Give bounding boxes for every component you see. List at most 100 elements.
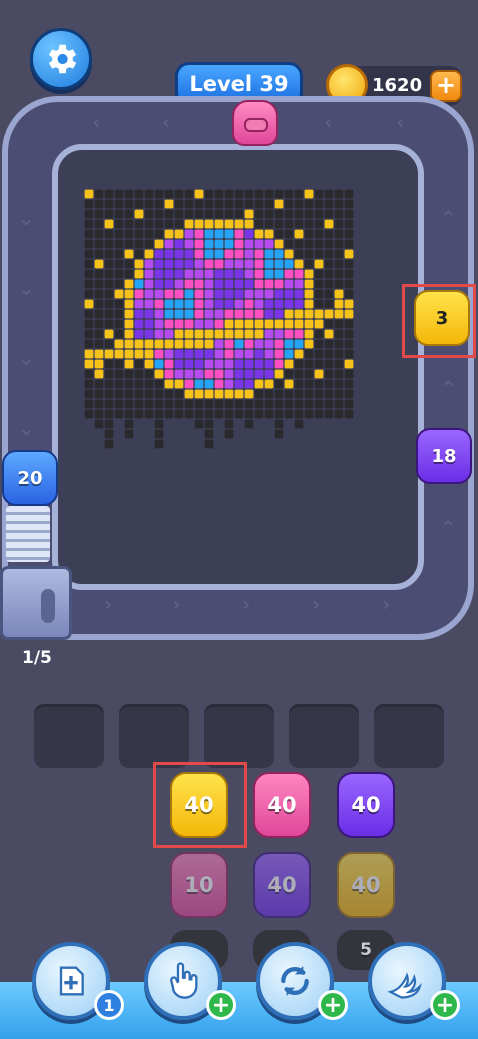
pixel-cell (204, 289, 214, 299)
pixel-cell (174, 389, 184, 399)
pixel-cell (244, 229, 254, 239)
pixel-cell (294, 269, 304, 279)
pixel-cell (284, 319, 294, 329)
pixel-cell (194, 259, 204, 269)
pixel-cell (94, 189, 104, 199)
dispenser-knob (41, 589, 55, 623)
pixel-cell (224, 319, 234, 329)
pixel-cell (334, 219, 344, 229)
pixel-cell (114, 319, 124, 329)
pixel-cell (274, 209, 284, 219)
pixel-cell (134, 309, 144, 319)
pixel-cell (94, 369, 104, 379)
pixel-cell (214, 229, 224, 239)
pixel-cell (244, 289, 254, 299)
pixel-cell (84, 249, 94, 259)
pixel-cell (334, 279, 344, 289)
pixel-cell (134, 279, 144, 289)
pixel-cell (104, 439, 114, 449)
pixel-cell (104, 219, 114, 229)
pixel-cell (84, 239, 94, 249)
pixel-cell (174, 309, 184, 319)
pixel-cell (254, 189, 264, 199)
empty-slot[interactable] (289, 704, 359, 768)
wing-icon (387, 972, 422, 999)
track-arrow: ⌄ (18, 346, 35, 370)
pixel-cell (344, 269, 354, 279)
pixel-cell (84, 259, 94, 269)
pixel-cell (334, 309, 344, 319)
pixel-cell (314, 299, 324, 309)
pixel-cell (234, 369, 244, 379)
pixel-cell (304, 379, 314, 389)
pixel-cell (134, 249, 144, 259)
pixel-cell (334, 349, 344, 359)
pixel-cell (234, 379, 244, 389)
pixel-cell (314, 399, 324, 409)
pixel-cell (84, 209, 94, 219)
pixel-cell (94, 329, 104, 339)
pixel-cell (214, 359, 224, 369)
pixel-cell (204, 189, 214, 199)
empty-slot[interactable] (204, 704, 274, 768)
track-arrow: ⌄ (18, 416, 35, 440)
pixel-cell (184, 229, 194, 239)
pixel-cell (144, 259, 154, 269)
pixel-cell (184, 269, 194, 279)
pixel-cell (324, 349, 334, 359)
pixel-cell (214, 249, 224, 259)
pixel-cell (104, 339, 114, 349)
pixel-cell (104, 199, 114, 209)
pixel-cell (234, 349, 244, 359)
pixel-cell (124, 239, 134, 249)
track-shooter-blue[interactable]: 20 (2, 450, 58, 506)
add-coins-button[interactable]: + (430, 70, 462, 102)
pixel-cell (104, 299, 114, 309)
pixel-cell (314, 379, 324, 389)
pixel-cell (224, 349, 234, 359)
pixel-cell (204, 319, 214, 329)
pixel-cell (94, 239, 104, 249)
empty-slot[interactable] (374, 704, 444, 768)
pixel-cell (324, 249, 334, 259)
pixel-cell (284, 299, 294, 309)
pixel-cell (194, 269, 204, 279)
pixel-cell (334, 319, 344, 329)
pixel-cell (204, 269, 214, 279)
pixel-cell (324, 299, 334, 309)
pixel-cell (84, 339, 94, 349)
pixel-cell (184, 209, 194, 219)
pixel-cell (294, 229, 304, 239)
gun-purple[interactable]: 40 (337, 772, 395, 838)
pixel-cell (274, 259, 284, 269)
pixel-cell (244, 209, 254, 219)
refresh-icon (281, 966, 309, 996)
pixel-cell (154, 299, 164, 309)
pixel-cell (304, 329, 314, 339)
empty-slot[interactable] (119, 704, 189, 768)
pixel-cell (284, 229, 294, 239)
pixel-cell (144, 199, 154, 209)
pixel-cell (224, 219, 234, 229)
pixel-cell (274, 429, 284, 439)
pixel-cell (304, 279, 314, 289)
empty-slot[interactable] (34, 704, 104, 768)
pixel-cell (234, 299, 244, 309)
pixel-cell (174, 259, 184, 269)
pixel-cell (124, 429, 134, 439)
pixel-cell (284, 189, 294, 199)
pixel-cell (264, 299, 274, 309)
pixel-cell (304, 199, 314, 209)
pixel-cell (274, 289, 284, 299)
pixel-cell (314, 309, 324, 319)
pixel-cell (244, 259, 254, 269)
pixel-cell (144, 279, 154, 289)
gun-pink[interactable]: 40 (253, 772, 311, 838)
track-shooter-purple[interactable]: 18 (416, 428, 472, 484)
pixel-cell (314, 269, 324, 279)
settings-button[interactable] (30, 28, 92, 90)
pixel-cell (154, 389, 164, 399)
pixel-cell (94, 289, 104, 299)
pixel-cell (334, 199, 344, 209)
pixel-cell (194, 349, 204, 359)
